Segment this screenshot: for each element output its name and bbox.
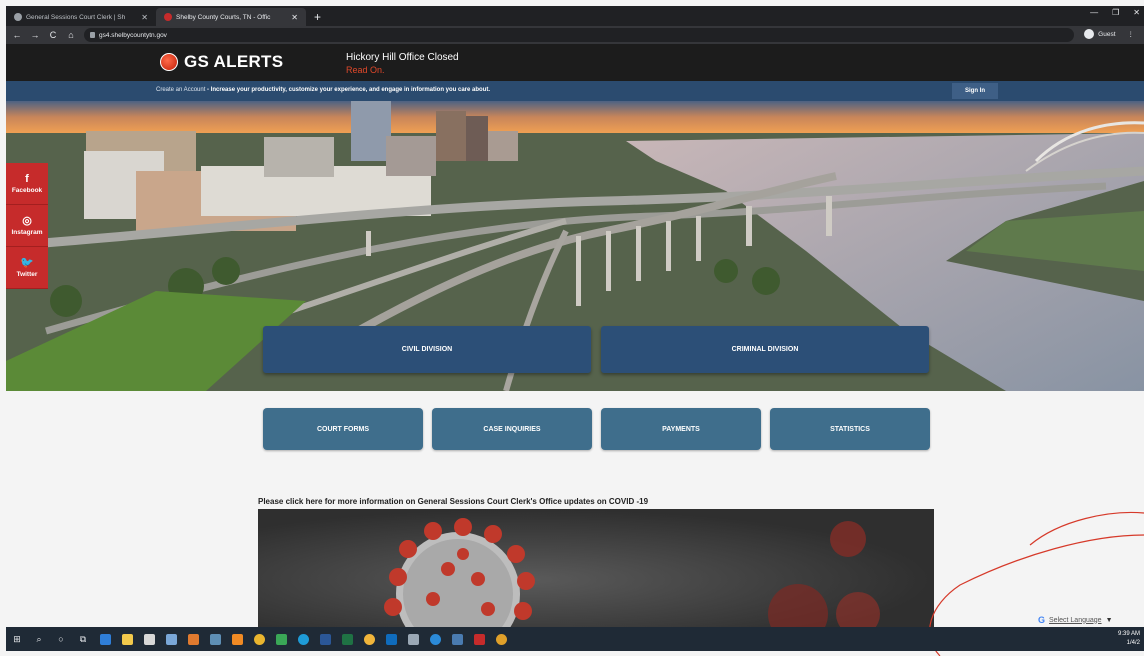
site-header: GS ALERTS Hickory Hill Office Closed Rea…	[6, 44, 1144, 81]
search-icon[interactable]: ⌕	[28, 627, 50, 651]
profile-button[interactable]: Guest ⋮	[1084, 29, 1134, 39]
ie-icon[interactable]	[424, 627, 446, 651]
google-g-icon: G	[1038, 615, 1046, 625]
edge-icon[interactable]	[94, 627, 116, 651]
tools-icon[interactable]	[446, 627, 468, 651]
avatar-icon	[1084, 29, 1095, 39]
brand-title[interactable]: GS ALERTS	[184, 52, 283, 72]
civil-division-button[interactable]: CIVIL DIVISION	[263, 326, 591, 373]
court-forms-button[interactable]: COURT FORMS	[263, 408, 423, 450]
close-tab-icon[interactable]: ✕	[141, 13, 148, 22]
covid-info-link[interactable]: Please click here for more information o…	[258, 497, 648, 506]
profile-label: Guest	[1098, 30, 1116, 38]
tab-title: Shelby County Courts, TN - Offic	[176, 13, 271, 21]
new-tab-button[interactable]: +	[306, 8, 329, 26]
browser-tab-bar: General Sessions Court Clerk | Sh ✕ Shel…	[6, 6, 1144, 26]
windows-taskbar: ⊞ ⌕ ○ ⧉ 9:39 AM 1/4/2	[6, 627, 1144, 651]
calculator-icon[interactable]	[204, 627, 226, 651]
create-account-link[interactable]: Create an Account	[156, 87, 205, 93]
media-icon[interactable]	[182, 627, 204, 651]
chrome-icon[interactable]	[248, 627, 270, 651]
home-icon[interactable]: ⌂	[66, 30, 76, 40]
dropdown-arrow-icon: ▼	[1105, 616, 1113, 624]
window-controls: — ❐ ✕	[1090, 8, 1140, 17]
cortana-icon[interactable]: ○	[50, 627, 72, 651]
social-sidebar: f Facebook ◎ Instagram 🐦 Twitter	[6, 163, 48, 289]
paint-icon[interactable]	[160, 627, 182, 651]
clock-time: 9:39 AM	[1117, 631, 1140, 637]
vlc-icon[interactable]	[226, 627, 248, 651]
system-clock[interactable]: 9:39 AM 1/4/2	[1118, 630, 1140, 648]
menu-dots-icon[interactable]: ⋮	[1128, 30, 1135, 38]
select-language-dropdown[interactable]: Select Language	[1049, 617, 1102, 624]
globe-icon	[14, 13, 22, 21]
case-inquiries-button[interactable]: CASE INQUIRIES	[432, 408, 592, 450]
facebook-icon: f	[25, 172, 29, 185]
facebook-link[interactable]: f Facebook	[6, 163, 48, 205]
read-on-link[interactable]: Read On.	[346, 65, 385, 75]
payments-button[interactable]: PAYMENTS	[601, 408, 761, 450]
back-arrow-icon[interactable]: ←	[12, 30, 22, 40]
address-bar[interactable]: gs4.shelbycountytn.gov	[84, 28, 1074, 42]
twitter-icon: 🐦	[20, 256, 34, 269]
excel-icon[interactable]	[336, 627, 358, 651]
account-benefits-text: - Increase your productivity, customize …	[205, 87, 490, 93]
forward-arrow-icon[interactable]: →	[30, 30, 40, 40]
url-text: gs4.shelbycountytn.gov	[99, 31, 167, 39]
printer-icon[interactable]	[402, 627, 424, 651]
outlook-icon[interactable]	[380, 627, 402, 651]
alert-logo-icon	[160, 53, 178, 71]
covid-banner-image[interactable]	[258, 509, 934, 627]
chrome-active-icon[interactable]	[490, 627, 512, 651]
minimize-icon[interactable]: —	[1090, 8, 1098, 17]
reload-icon[interactable]: C	[48, 30, 58, 40]
notice-title: Hickory Hill Office Closed	[346, 52, 459, 63]
sticky-icon[interactable]	[358, 627, 380, 651]
google-translate-widget[interactable]: G Select Language ▼	[1038, 614, 1113, 626]
acrobat-icon[interactable]	[468, 627, 490, 651]
sign-in-button[interactable]: Sign In	[952, 83, 998, 99]
criminal-division-button[interactable]: CRIMINAL DIVISION	[601, 326, 929, 373]
account-message: Create an Account - Increase your produc…	[156, 87, 490, 93]
account-bar: Create an Account - Increase your produc…	[6, 81, 1144, 101]
browser-toolbar: ← → C ⌂ gs4.shelbycountytn.gov Guest ⋮	[6, 26, 1144, 44]
task-view-icon[interactable]: ⧉	[72, 627, 94, 651]
lock-icon	[90, 32, 95, 38]
store-icon[interactable]	[138, 627, 160, 651]
windows-start-icon[interactable]: ⊞	[6, 627, 28, 651]
statistics-button[interactable]: STATISTICS	[770, 408, 930, 450]
word-icon[interactable]	[314, 627, 336, 651]
virus-illustration	[384, 518, 880, 627]
close-tab-icon[interactable]: ✕	[291, 13, 298, 22]
skype-icon[interactable]	[292, 627, 314, 651]
browser-tab-1[interactable]: General Sessions Court Clerk | Sh ✕	[6, 8, 156, 26]
twitter-link[interactable]: 🐦 Twitter	[6, 247, 48, 289]
instagram-link[interactable]: ◎ Instagram	[6, 205, 48, 247]
file-explorer-icon[interactable]	[116, 627, 138, 651]
instagram-icon: ◎	[22, 214, 32, 227]
clock-date: 1/4/2	[1126, 640, 1140, 646]
restore-icon[interactable]: ❐	[1112, 8, 1119, 17]
close-window-icon[interactable]: ✕	[1133, 8, 1140, 17]
app-green-icon[interactable]	[270, 627, 292, 651]
site-favicon-icon	[164, 13, 172, 21]
facebook-label: Facebook	[11, 186, 43, 194]
browser-tab-2[interactable]: Shelby County Courts, TN - Offic ✕	[156, 8, 306, 26]
instagram-label: Instagram	[11, 228, 43, 236]
twitter-label: Twitter	[16, 270, 38, 278]
tab-title: General Sessions Court Clerk | Sh	[26, 13, 126, 21]
